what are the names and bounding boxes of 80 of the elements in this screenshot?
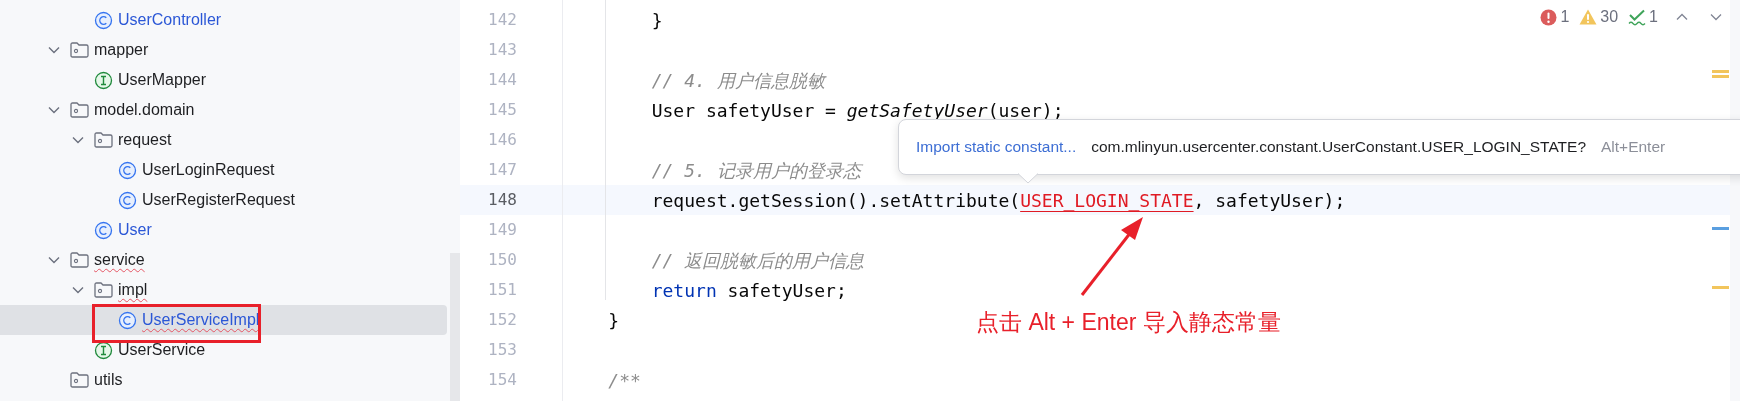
line-number: 142 bbox=[487, 9, 517, 31]
line-number: 148 bbox=[487, 189, 517, 211]
line-number: 150 bbox=[487, 249, 517, 271]
class-icon bbox=[94, 220, 113, 240]
chevron-down-icon[interactable] bbox=[48, 46, 60, 54]
tree-item-label: service bbox=[94, 250, 145, 270]
line-number: 145 bbox=[487, 99, 517, 121]
folder-icon bbox=[94, 282, 113, 298]
tree-item-label: impl bbox=[118, 280, 148, 300]
chevron-down-icon[interactable] bbox=[1710, 13, 1722, 21]
code-line: } bbox=[650, 8, 663, 33]
scrollbar[interactable] bbox=[450, 253, 460, 401]
line-number: 146 bbox=[487, 129, 517, 151]
chevron-down-icon[interactable] bbox=[72, 286, 84, 294]
tree-item-label: model.domain bbox=[94, 100, 195, 120]
error-stripe-mark[interactable] bbox=[1712, 70, 1729, 78]
tree-item[interactable]: UserLoginRequest bbox=[0, 155, 447, 185]
folder-icon bbox=[70, 102, 89, 118]
tree-item-label: mapper bbox=[94, 40, 149, 60]
tree-item[interactable]: utils bbox=[0, 365, 447, 395]
class-icon bbox=[94, 10, 113, 30]
tree-item[interactable]: model.domain bbox=[0, 95, 447, 125]
tree-item-label: utils bbox=[94, 370, 123, 390]
tree-item-label: UserController bbox=[118, 10, 222, 30]
line-number: 149 bbox=[487, 219, 517, 241]
tree-item[interactable]: service bbox=[0, 245, 447, 275]
line-number: 151 bbox=[487, 279, 517, 301]
tree-item-label: User bbox=[118, 220, 152, 240]
tree-item[interactable]: UserServiceImpl bbox=[0, 305, 447, 335]
code-line: return safetyUser; bbox=[650, 278, 847, 303]
chevron-down-icon[interactable] bbox=[72, 136, 84, 144]
interface-icon bbox=[94, 340, 113, 360]
tree-item[interactable]: UserService bbox=[0, 335, 447, 365]
inspection-counter[interactable]: 1 bbox=[1540, 5, 1570, 29]
error-icon bbox=[1540, 8, 1558, 26]
line-number: 153 bbox=[487, 339, 517, 361]
interface-icon bbox=[94, 70, 113, 90]
folder-icon bbox=[94, 132, 113, 148]
code-line: } bbox=[607, 308, 620, 333]
code-line: // 5. 记录用户的登录态 bbox=[650, 158, 861, 183]
inspection-counter[interactable]: 30 bbox=[1579, 5, 1619, 29]
inspection-counter[interactable]: 1 bbox=[1628, 5, 1658, 29]
code-line: // 返回脱敏后的用户信息 bbox=[650, 248, 865, 273]
tree-item[interactable]: mapper bbox=[0, 35, 447, 65]
class-icon bbox=[118, 310, 137, 330]
shortcut-hint: Alt+Enter bbox=[1601, 137, 1666, 158]
folder-icon bbox=[70, 252, 89, 268]
class-icon bbox=[118, 160, 137, 180]
tree-item[interactable]: UserRegisterRequest bbox=[0, 185, 447, 215]
code-line: User safetyUser = getSafetyUser(user); bbox=[650, 98, 1064, 123]
warning-icon bbox=[1579, 9, 1598, 25]
tree-item-label: UserLoginRequest bbox=[142, 160, 275, 180]
tree-item[interactable]: request bbox=[0, 125, 447, 155]
line-number: 154 bbox=[487, 369, 517, 391]
chevron-down-icon[interactable] bbox=[48, 256, 60, 264]
line-number: 143 bbox=[487, 39, 517, 61]
line-number: 147 bbox=[487, 159, 517, 181]
import-target: com.mlinyun.usercenter.constant.UserConstant.USER_LOGIN_STATE? bbox=[1091, 137, 1586, 158]
line-number: 152 bbox=[487, 309, 517, 331]
tree-item[interactable]: impl bbox=[0, 275, 447, 305]
annotation-text: 点击 Alt + Enter 导入静态常量 bbox=[976, 308, 1281, 337]
code-line: /** bbox=[607, 368, 641, 393]
chevron-down-icon[interactable] bbox=[48, 106, 60, 114]
tree-item[interactable]: UserMapper bbox=[0, 65, 447, 95]
tree-item-label: UserRegisterRequest bbox=[142, 190, 295, 210]
code-line: // 4. 用户信息脱敏 bbox=[650, 68, 825, 93]
tree-item-label: UserServiceImpl bbox=[142, 310, 260, 330]
folder-icon bbox=[70, 42, 89, 58]
line-number: 144 bbox=[487, 69, 517, 91]
code-line: request.getSession().setAttribute(USER_LOGIN_STATE, safetyUser); bbox=[650, 188, 1346, 213]
typo-check-icon bbox=[1628, 8, 1647, 26]
tree-item[interactable]: UserController bbox=[0, 5, 447, 35]
import-action-link[interactable]: Import static constant... bbox=[916, 135, 1077, 159]
tree-item[interactable]: User bbox=[0, 215, 447, 245]
tree-item-label: UserMapper bbox=[118, 70, 207, 90]
class-icon bbox=[118, 190, 137, 210]
tree-item-label: request bbox=[118, 130, 172, 150]
chevron-up-icon[interactable] bbox=[1676, 13, 1688, 21]
tree-item-label: UserService bbox=[118, 340, 206, 360]
folder-icon bbox=[70, 372, 89, 388]
